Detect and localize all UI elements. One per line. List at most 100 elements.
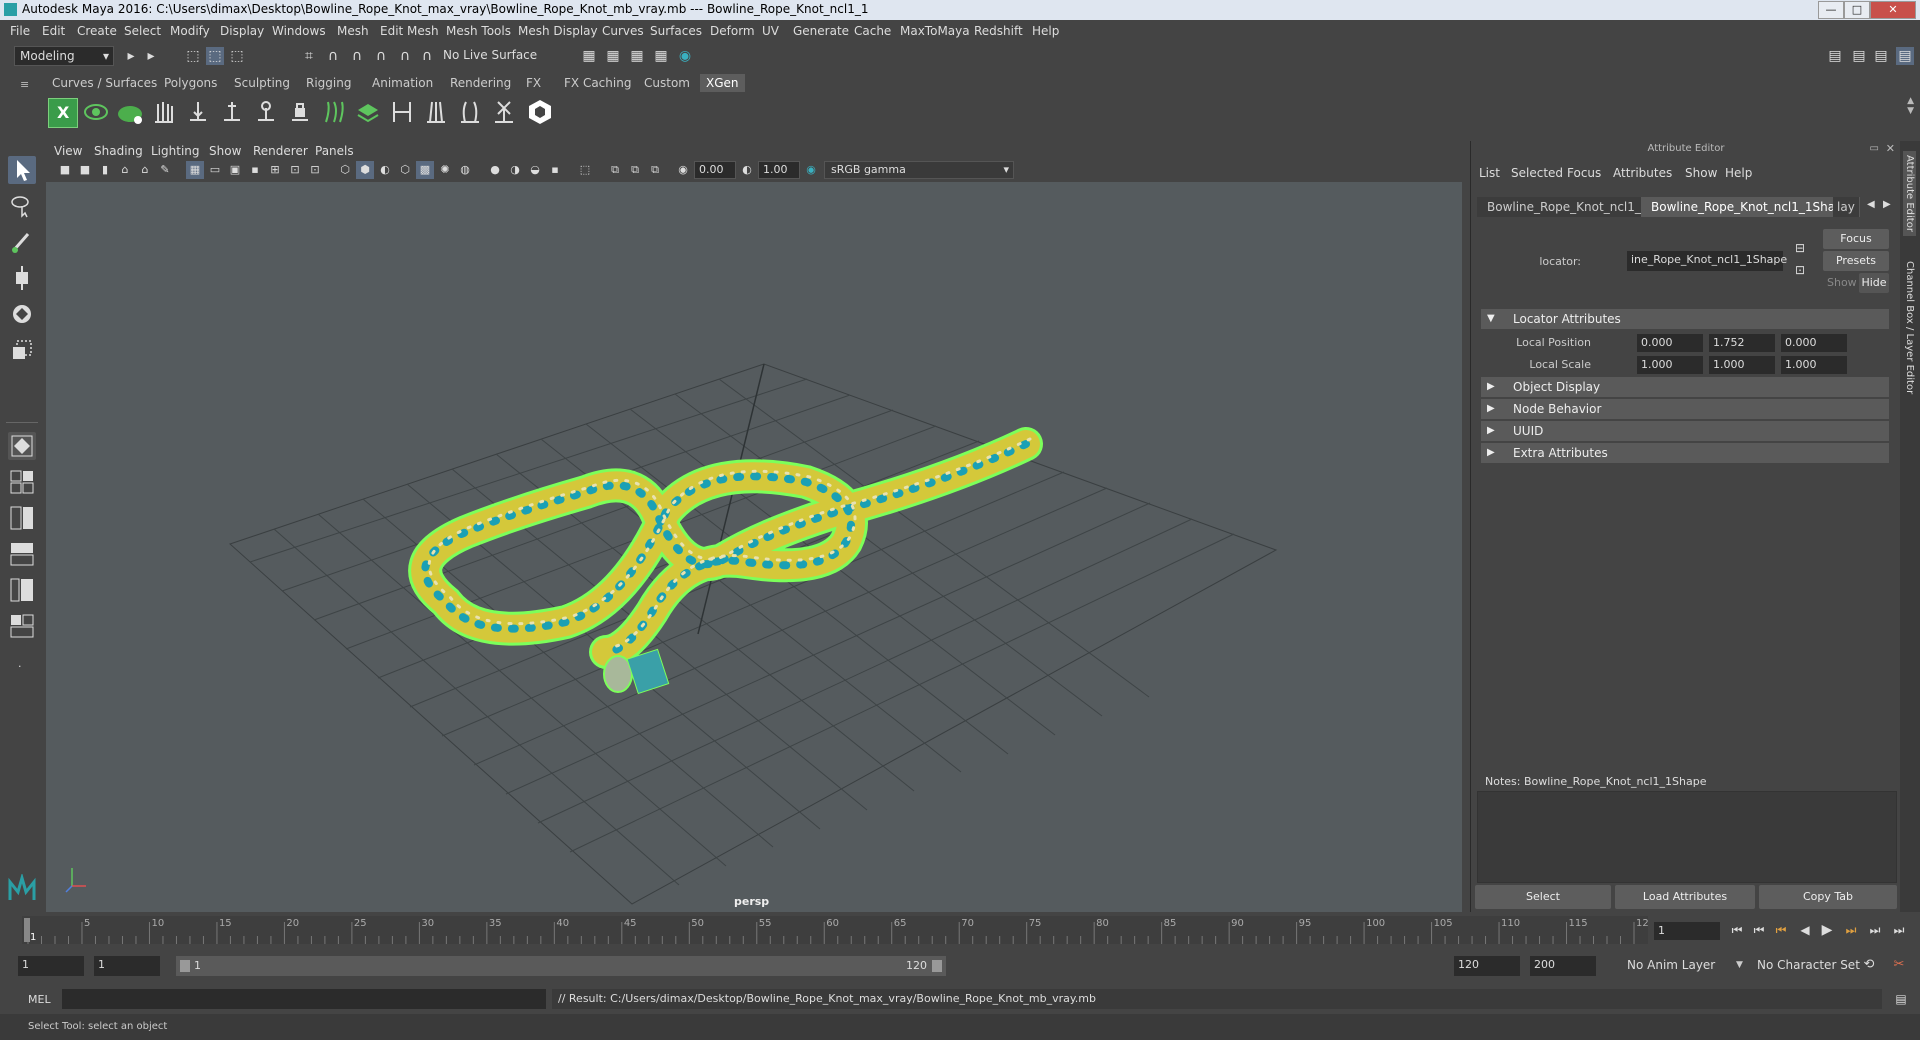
select-component-icon[interactable]: ⬚ bbox=[228, 47, 246, 65]
gamma-icon[interactable]: ◐ bbox=[738, 161, 756, 179]
xgen-guides-to-curves-icon[interactable] bbox=[320, 98, 348, 126]
menu-edit-mesh[interactable]: Edit Mesh bbox=[380, 24, 439, 38]
snap-live-icon[interactable]: ∩ bbox=[418, 47, 436, 65]
menu-windows[interactable]: Windows bbox=[272, 24, 326, 38]
range-slider-track[interactable]: 1 120 bbox=[176, 956, 946, 976]
xgen-guide-sculpt-icon[interactable] bbox=[252, 98, 280, 126]
script-language-toggle[interactable]: MEL bbox=[28, 993, 51, 1006]
shelf-tab-sculpting[interactable]: Sculpting bbox=[228, 74, 296, 92]
viewport-menu-shading[interactable]: Shading bbox=[94, 144, 143, 158]
play-backward-icon[interactable]: ◀ bbox=[1796, 921, 1814, 939]
script-editor-icon[interactable]: ▤ bbox=[1892, 990, 1910, 1008]
paint-select-tool-icon[interactable] bbox=[8, 228, 36, 256]
go-to-end-icon[interactable]: ⏭ bbox=[1890, 921, 1908, 939]
film-gate-icon[interactable]: ▭ bbox=[206, 161, 224, 179]
move-tool-icon[interactable] bbox=[8, 264, 36, 292]
menu-deform[interactable]: Deform bbox=[710, 24, 755, 38]
float-panel-icon[interactable]: ▭ bbox=[1870, 143, 1879, 154]
ae-menu-show[interactable]: Show bbox=[1685, 166, 1717, 180]
select-object-icon[interactable]: ⬚ bbox=[206, 47, 224, 65]
node-name-field[interactable]: ine_Rope_Knot_ncl1_1Shape bbox=[1627, 251, 1787, 271]
menu-display[interactable]: Display bbox=[220, 24, 264, 38]
snap-curve-icon[interactable]: ∩ bbox=[324, 47, 342, 65]
xgen-lock-guides-icon[interactable] bbox=[286, 98, 314, 126]
xgen-interactive-groom-icon[interactable] bbox=[422, 98, 450, 126]
graph-layout-icon[interactable] bbox=[8, 576, 36, 604]
viewport-menu-panels[interactable]: Panels bbox=[315, 144, 354, 158]
quad-layout-icon[interactable] bbox=[8, 432, 36, 460]
menu-cache[interactable]: Cache bbox=[854, 24, 891, 38]
rotate-tool-icon[interactable] bbox=[8, 300, 36, 328]
shelf-tab-curves-surfaces[interactable]: Curves / Surfaces bbox=[46, 74, 163, 92]
isolate-select-icon[interactable]: ⬚ bbox=[576, 161, 594, 179]
xgen-splines-icon[interactable] bbox=[456, 98, 484, 126]
xgen-grooming-icon[interactable] bbox=[150, 98, 178, 126]
xgen-delete-icon[interactable] bbox=[490, 98, 518, 126]
shelf-tab-polygons[interactable]: Polygons bbox=[158, 74, 223, 92]
maximize-button[interactable]: □ bbox=[1844, 1, 1870, 19]
two-pane-layout-icon[interactable] bbox=[8, 504, 36, 532]
shelf-tab-fx-caching[interactable]: FX Caching bbox=[558, 74, 637, 92]
four-view-layout-icon[interactable] bbox=[8, 468, 36, 496]
play-forward-icon[interactable]: ▶ bbox=[1818, 921, 1836, 939]
minimize-button[interactable]: — bbox=[1818, 1, 1844, 19]
safe-title-icon[interactable]: ⊡ bbox=[306, 161, 324, 179]
outliner-layout-icon[interactable] bbox=[8, 540, 36, 568]
render-view-icon[interactable]: ▦ bbox=[580, 47, 598, 65]
step-forward-frame-icon[interactable]: ⏭ bbox=[1842, 921, 1860, 939]
xgen-hexagon-icon[interactable] bbox=[526, 98, 554, 126]
range-start-handle[interactable] bbox=[180, 960, 190, 972]
range-end-handle[interactable] bbox=[932, 960, 942, 972]
textured-icon[interactable]: ▩ bbox=[416, 161, 434, 179]
xgen-place-guide-icon[interactable] bbox=[184, 98, 212, 126]
current-frame-marker[interactable] bbox=[24, 918, 30, 942]
depth-of-field-icon[interactable]: ▪ bbox=[546, 161, 564, 179]
grease-pencil-icon[interactable]: ✎ bbox=[156, 161, 174, 179]
local-position-y[interactable]: 1.752 bbox=[1709, 334, 1775, 352]
load-attributes-button[interactable]: Load Attributes bbox=[1615, 885, 1755, 909]
new-scene-icon[interactable]: ▸ bbox=[122, 47, 140, 65]
menu-mesh-tools[interactable]: Mesh Tools bbox=[446, 24, 511, 38]
scene-start-field[interactable]: 1 bbox=[18, 956, 84, 976]
hide-button[interactable]: Hide bbox=[1859, 273, 1889, 293]
menu-modify[interactable]: Modify bbox=[170, 24, 210, 38]
ae-menu-attributes[interactable]: Attributes bbox=[1613, 166, 1672, 180]
local-scale-y[interactable]: 1.000 bbox=[1709, 356, 1775, 374]
gate-mask-icon[interactable]: ▪ bbox=[246, 161, 264, 179]
go-to-start-icon[interactable]: ⏮ bbox=[1728, 921, 1746, 939]
xgen-editor-icon[interactable]: X bbox=[48, 98, 78, 128]
xray-icon[interactable]: ⧉ bbox=[606, 161, 624, 179]
side-tab-channel-box[interactable]: Channel Box / Layer Editor bbox=[1903, 257, 1916, 398]
menu-curves[interactable]: Curves bbox=[602, 24, 644, 38]
step-forward-key-icon[interactable]: ⏭ bbox=[1866, 921, 1884, 939]
section-uuid[interactable]: ▶ UUID bbox=[1481, 421, 1889, 441]
shelf-tab-animation[interactable]: Animation bbox=[366, 74, 439, 92]
playback-start-field[interactable]: 1 bbox=[94, 956, 160, 976]
screen-space-ao-icon[interactable]: ● bbox=[486, 161, 504, 179]
copy-tab-button[interactable]: Copy Tab bbox=[1759, 885, 1897, 909]
focus-button[interactable]: Focus bbox=[1823, 229, 1889, 249]
attribute-editor-toggle-icon[interactable]: ▤ bbox=[1850, 47, 1868, 65]
shelf-tab-xgen[interactable]: XGen bbox=[700, 74, 745, 92]
presets-button[interactable]: Presets bbox=[1823, 251, 1889, 271]
ae-tab-layer[interactable]: lay bbox=[1833, 197, 1859, 217]
command-input[interactable] bbox=[62, 989, 546, 1009]
xgen-add-guide-icon[interactable] bbox=[218, 98, 246, 126]
side-tab-attribute-editor[interactable]: Attribute Editor bbox=[1903, 151, 1916, 236]
anim-layer-dropdown[interactable]: No Anim Layer bbox=[1622, 956, 1746, 976]
channel-box-toggle-icon[interactable]: ▤ bbox=[1896, 47, 1914, 65]
live-surface-field[interactable]: No Live Surface bbox=[438, 46, 544, 66]
anti-aliasing-icon[interactable]: ◒ bbox=[526, 161, 544, 179]
rope-knot-model[interactable] bbox=[408, 427, 1043, 695]
viewport-menu-view[interactable]: View bbox=[54, 144, 82, 158]
xray-joints-icon[interactable]: ⧉ bbox=[626, 161, 644, 179]
menu-maxtomaya[interactable]: MaxToMaya bbox=[900, 24, 970, 38]
hypershade-layout-icon[interactable] bbox=[8, 612, 36, 640]
bookmark-icon[interactable]: ▮ bbox=[96, 161, 114, 179]
current-frame-field[interactable]: 1 bbox=[1654, 922, 1720, 940]
menu-create[interactable]: Create bbox=[77, 24, 117, 38]
menu-mesh[interactable]: Mesh bbox=[337, 24, 369, 38]
shelf-menu-icon[interactable]: ≡ bbox=[20, 78, 29, 91]
toolbox-more-icon[interactable]: · bbox=[18, 660, 22, 673]
image-plane-icon[interactable]: ⌂ bbox=[116, 161, 134, 179]
